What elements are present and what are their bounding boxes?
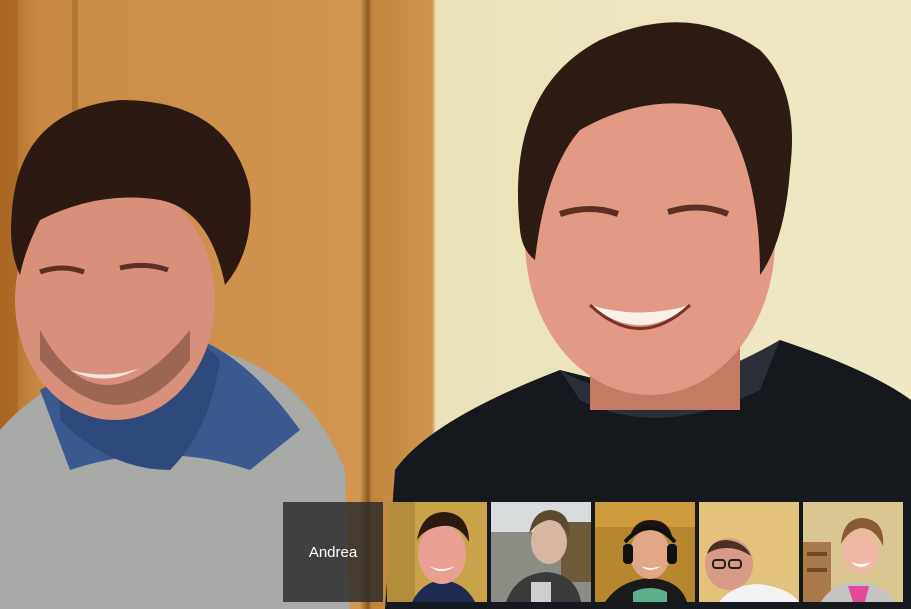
participant-filmstrip: Andrea bbox=[283, 502, 903, 602]
participant-thumbnail-4[interactable] bbox=[699, 502, 799, 602]
participant-thumbnail-5[interactable] bbox=[803, 502, 903, 602]
participant-thumbnail-2[interactable] bbox=[491, 502, 591, 602]
participant-3-video bbox=[595, 502, 695, 602]
participant-4-video bbox=[699, 502, 799, 602]
participant-1-video bbox=[387, 502, 487, 602]
participant-thumbnail-3[interactable] bbox=[595, 502, 695, 602]
participant-2-video bbox=[491, 502, 591, 602]
video-call-window: Andrea bbox=[0, 0, 911, 609]
active-speaker-name: Andrea bbox=[308, 543, 358, 561]
participant-thumbnail-1[interactable] bbox=[387, 502, 487, 602]
participant-5-video bbox=[803, 502, 903, 602]
active-speaker-name-tile: Andrea bbox=[283, 502, 383, 602]
